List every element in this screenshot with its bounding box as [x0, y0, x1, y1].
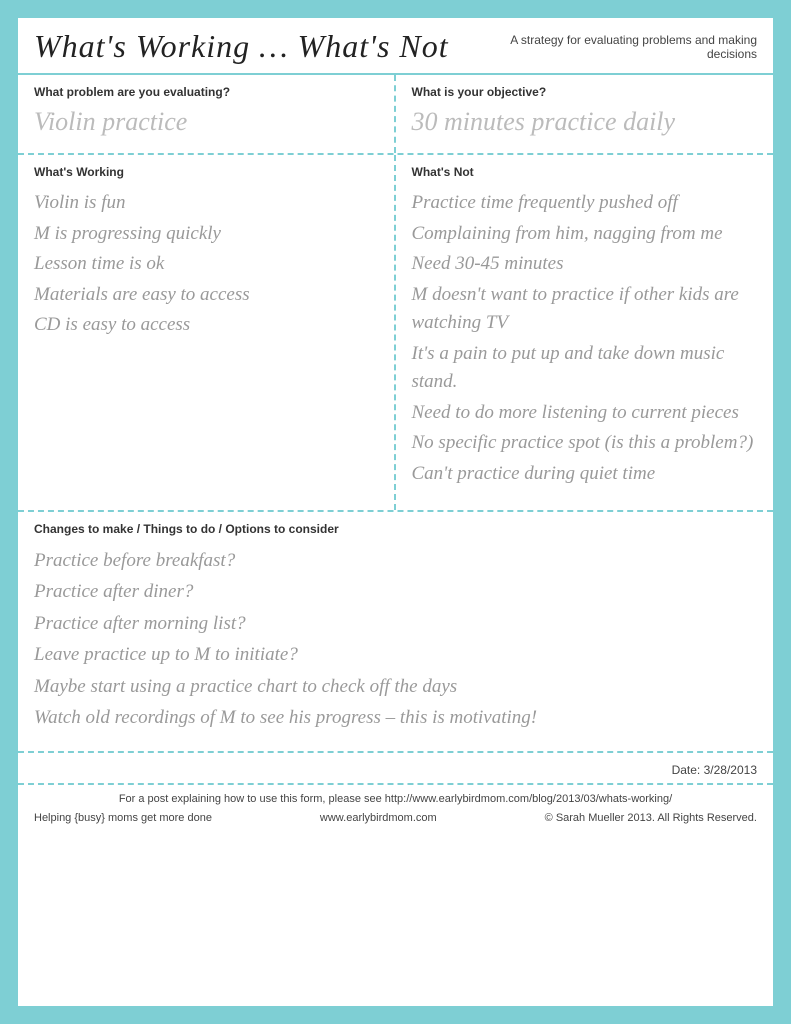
- list-item: Materials are easy to access: [34, 281, 378, 310]
- not-working-cell: What's Not Practice time frequently push…: [396, 155, 774, 510]
- footer: For a post explaining how to use this fo…: [18, 785, 773, 834]
- list-item: Need 30-45 minutes: [412, 250, 758, 279]
- page: What's Working … What's Not A strategy f…: [18, 18, 773, 1006]
- problem-objective-grid: What problem are you evaluating? Violin …: [18, 75, 773, 155]
- objective-cell: What is your objective? 30 minutes pract…: [396, 75, 774, 153]
- footer-center: www.earlybirdmom.com: [320, 810, 437, 828]
- list-item: Complaining from him, nagging from me: [412, 220, 758, 249]
- list-item: It's a pain to put up and take down musi…: [412, 340, 758, 397]
- footer-top-line: For a post explaining how to use this fo…: [34, 791, 757, 809]
- date-value: 3/28/2013: [704, 763, 757, 777]
- list-item: Leave practice up to M to initiate?: [34, 640, 757, 669]
- objective-value: 30 minutes practice daily: [412, 107, 758, 137]
- page-title: What's Working … What's Not: [34, 28, 449, 65]
- list-item: Watch old recordings of M to see his pro…: [34, 703, 757, 732]
- list-item: Lesson time is ok: [34, 250, 378, 279]
- problem-value: Violin practice: [34, 107, 378, 137]
- list-item: Practice after morning list?: [34, 609, 757, 638]
- not-working-label: What's Not: [412, 165, 758, 179]
- header: What's Working … What's Not A strategy f…: [18, 18, 773, 75]
- objective-label: What is your objective?: [412, 85, 758, 99]
- list-item: Practice time frequently pushed off: [412, 189, 758, 218]
- list-item: CD is easy to access: [34, 311, 378, 340]
- list-item: Can't practice during quiet time: [412, 460, 758, 489]
- list-item: Practice before breakfast?: [34, 546, 757, 575]
- date-row: Date: 3/28/2013: [18, 753, 773, 785]
- list-item: Practice after diner?: [34, 577, 757, 606]
- not-working-list: Practice time frequently pushed offCompl…: [412, 189, 758, 488]
- problem-cell: What problem are you evaluating? Violin …: [18, 75, 396, 153]
- list-item: Need to do more listening to current pie…: [412, 399, 758, 428]
- footer-right: © Sarah Mueller 2013. All Rights Reserve…: [545, 810, 757, 828]
- list-item: Maybe start using a practice chart to ch…: [34, 672, 757, 701]
- changes-section: Changes to make / Things to do / Options…: [18, 512, 773, 753]
- list-item: No specific practice spot (is this a pro…: [412, 429, 758, 458]
- page-subtitle: A strategy for evaluating problems and m…: [457, 33, 757, 61]
- footer-links: Helping {busy} moms get more done www.ea…: [34, 810, 757, 828]
- working-list: Violin is funM is progressing quicklyLes…: [34, 189, 378, 340]
- footer-left: Helping {busy} moms get more done: [34, 810, 212, 828]
- date-label: Date:: [672, 763, 701, 777]
- problem-label: What problem are you evaluating?: [34, 85, 378, 99]
- list-item: Violin is fun: [34, 189, 378, 218]
- changes-label: Changes to make / Things to do / Options…: [34, 522, 757, 536]
- working-cell: What's Working Violin is funM is progres…: [18, 155, 396, 510]
- list-item: M is progressing quickly: [34, 220, 378, 249]
- working-label: What's Working: [34, 165, 378, 179]
- changes-list: Practice before breakfast?Practice after…: [34, 546, 757, 733]
- list-item: M doesn't want to practice if other kids…: [412, 281, 758, 338]
- working-grid: What's Working Violin is funM is progres…: [18, 155, 773, 512]
